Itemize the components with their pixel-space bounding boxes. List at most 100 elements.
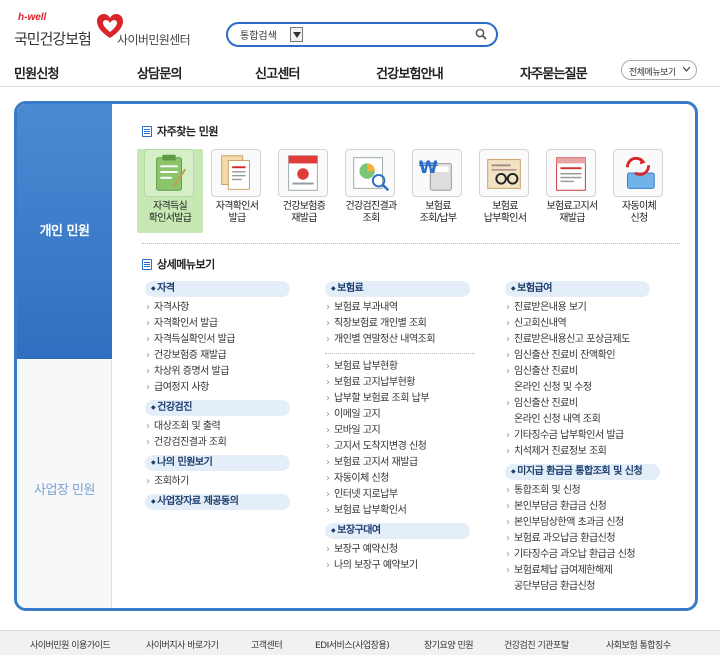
insurance-card-icon xyxy=(278,149,328,197)
refresh-cards-icon xyxy=(613,149,663,197)
certificate-icon xyxy=(211,149,261,197)
search-icon[interactable] xyxy=(475,28,487,40)
side-tabs: 개인 민원 사업장 민원 xyxy=(17,104,112,608)
menu-link[interactable]: 통합조회 및 신청 xyxy=(505,483,660,499)
footer-link-branch[interactable]: 사이버지사 바로가기 xyxy=(146,638,219,651)
menu-link[interactable]: 본인부담금 환급금 신청 xyxy=(505,499,660,515)
main-nav: 민원신청 상담문의 신고센터 건강보험안내 자주묻는질문 전체메뉴보기 xyxy=(0,57,720,87)
fav-item-confirmation[interactable]: 자격확인서 발급 xyxy=(204,149,270,233)
menu-link[interactable]: 납부할 보험료 조회 납부 xyxy=(325,391,475,407)
menu-link[interactable]: 보험료 과오납금 환급신청 xyxy=(505,531,660,547)
menu-link[interactable]: 임신출산 진료비 잔액확인 xyxy=(505,348,660,364)
nav-item-faq[interactable]: 자주묻는질문 xyxy=(520,63,588,82)
nav-item-consult[interactable]: 상담문의 xyxy=(137,63,182,82)
group-divider xyxy=(325,353,475,354)
footer-link-collection[interactable]: 사회보험 통합징수 xyxy=(606,638,671,651)
nav-item-report[interactable]: 신고센터 xyxy=(255,63,300,82)
menu-link[interactable]: 신고회신내역 xyxy=(505,316,660,332)
category-qualification[interactable]: 자격 xyxy=(145,281,290,297)
menu-link[interactable]: 나의 보장구 예약보기 xyxy=(325,558,475,574)
book-icon xyxy=(142,126,152,137)
footer-link-guide[interactable]: 사이버민원 이용가이드 xyxy=(30,638,111,651)
menu-link[interactable]: 급여정지 사항 xyxy=(145,380,290,396)
menu-link[interactable]: 개인별 연말정산 내역조회 xyxy=(325,332,475,348)
menu-link[interactable]: 보험료체납 급여제한해제 공단부담금 환급신청 xyxy=(505,563,660,595)
menu-link[interactable]: 보험료 부과내역 xyxy=(325,300,475,316)
menu-link[interactable]: 보험료 납부확인서 xyxy=(325,503,475,519)
won-calculator-icon: ₩ xyxy=(412,149,462,197)
menu-link[interactable]: 기타징수금 과오납 환급금 신청 xyxy=(505,547,660,563)
detail-column-2: 보험료 보험료 부과내역 직장보험료 개인별 조회 개인별 연말정산 내역조회 … xyxy=(325,281,475,574)
fav-item-insurance-card[interactable]: 건강보험증 재발급 xyxy=(271,149,337,233)
menu-link[interactable]: 보험료 고지서 재발급 xyxy=(325,455,475,471)
search-scope-dropdown[interactable] xyxy=(290,27,303,42)
all-menu-button[interactable]: 전체메뉴보기 xyxy=(621,60,697,80)
menu-link[interactable]: 진료받은내용 보기 xyxy=(505,300,660,316)
menu-link[interactable]: 건강보험증 재발급 xyxy=(145,348,290,364)
menu-link[interactable]: 보험료 고지납부현황 xyxy=(325,375,475,391)
menu-link[interactable]: 차상위 증명서 발급 xyxy=(145,364,290,380)
category-benefits[interactable]: 보험급여 xyxy=(505,281,650,297)
menu-link[interactable]: 이메일 고지 xyxy=(325,407,475,423)
all-menu-label: 전체메뉴보기 xyxy=(629,68,676,78)
menu-link[interactable]: 임신출산 진료비 온라인 신청 내역 조회 xyxy=(505,396,660,428)
footer-link-checkup-portal[interactable]: 건강검진 기관포탈 xyxy=(504,638,569,651)
chart-magnifier-icon xyxy=(345,149,395,197)
menu-link[interactable]: 모바일 고지 xyxy=(325,423,475,439)
search-input[interactable] xyxy=(308,27,468,42)
nav-item-guide[interactable]: 건강보험안내 xyxy=(376,63,444,82)
menu-link[interactable]: 건강검진결과 조회 xyxy=(145,435,290,451)
footer-link-support[interactable]: 고객센터 xyxy=(251,638,283,651)
chevron-down-icon xyxy=(293,32,301,38)
fav-item-bill-reissue[interactable]: 보험료고지서 재발급 xyxy=(539,149,605,233)
footer-link-edi[interactable]: EDI서비스(사업장용) xyxy=(315,638,390,651)
menu-link[interactable]: 보험료 납부현황 xyxy=(325,359,475,375)
menu-link[interactable]: 자격확인서 발급 xyxy=(145,316,290,332)
category-aids-rental[interactable]: 보장구대여 xyxy=(325,523,470,539)
menu-link[interactable]: 자동이체 신청 xyxy=(325,471,475,487)
menu-link[interactable]: 자격사항 xyxy=(145,300,290,316)
fav-item-qualification[interactable]: 자격득실 확인서발급 xyxy=(137,149,203,233)
menu-link[interactable]: 진료받은내용신고 포상금제도 xyxy=(505,332,660,348)
nav-item-apply[interactable]: 민원신청 xyxy=(14,63,59,82)
menu-link[interactable]: 임신출산 진료비 온라인 신청 및 수정 xyxy=(505,364,660,396)
svg-text:₩: ₩ xyxy=(419,158,438,178)
detail-menu-title-text: 상세메뉴보기 xyxy=(157,258,215,271)
menu-link[interactable]: 대상조회 및 출력 xyxy=(145,419,290,435)
footer-link-longterm-care[interactable]: 장기요양 민원 xyxy=(424,638,474,651)
category-premium[interactable]: 보험료 xyxy=(325,281,470,297)
favorites-title: 자주찾는 민원 xyxy=(142,123,219,139)
tab-personal[interactable]: 개인 민원 xyxy=(17,104,112,359)
search-bar: 통합검색 xyxy=(226,22,498,47)
search-scope-select[interactable]: 통합검색 xyxy=(240,27,277,42)
category-my-requests[interactable]: 나의 민원보기 xyxy=(145,455,290,471)
bill-icon xyxy=(546,149,596,197)
tab-business[interactable]: 사업장 민원 xyxy=(17,479,112,498)
menu-link[interactable]: 조회하기 xyxy=(145,474,290,490)
menu-link[interactable]: 보장구 예약신청 xyxy=(325,542,475,558)
fav-item-payment-certificate[interactable]: 보험료 납부확인서 xyxy=(472,149,538,233)
logo-subtitle: 사이버민원센터 xyxy=(117,33,191,47)
menu-link[interactable]: 치석제거 진료정보 조회 xyxy=(505,444,660,460)
detail-menu-title: 상세메뉴보기 xyxy=(142,256,215,272)
menu-link[interactable]: 인터넷 지로납부 xyxy=(325,487,475,503)
tab-personal-label: 개인 민원 xyxy=(39,224,90,239)
fav-item-premium-payment[interactable]: ₩ 보험료 조회/납부 xyxy=(405,149,471,233)
nhis-logo[interactable]: h-well 국민건강보험 사이버민원센터 xyxy=(14,12,204,52)
menu-link[interactable]: 자격득실확인서 발급 xyxy=(145,332,290,348)
menu-link[interactable]: 고지서 도착지변경 신청 xyxy=(325,439,475,455)
clipboard-icon xyxy=(144,149,194,197)
category-refund[interactable]: 미지급 환급금 통합조회 및 신청 xyxy=(505,464,660,480)
menu-link[interactable]: 직장보험료 개인별 조회 xyxy=(325,316,475,332)
fav-item-checkup-result[interactable]: 건강검진결과 조회 xyxy=(338,149,404,233)
favorites-title-text: 자주찾는 민원 xyxy=(157,125,219,138)
logo-name: 국민건강보험 xyxy=(14,30,92,48)
menu-link[interactable]: 기타징수금 납부확인서 발급 xyxy=(505,428,660,444)
category-workplace-consent[interactable]: 사업장자료 제공동의 xyxy=(145,494,290,510)
fav-item-auto-transfer[interactable]: 자동이체 신청 xyxy=(606,149,672,233)
category-checkup[interactable]: 건강검진 xyxy=(145,400,290,416)
book-icon xyxy=(142,259,152,270)
menu-link[interactable]: 본인부담상한액 초과금 신청 xyxy=(505,515,660,531)
chevron-down-icon xyxy=(683,67,690,72)
fav-label: 자동이체 신청 xyxy=(622,201,657,224)
